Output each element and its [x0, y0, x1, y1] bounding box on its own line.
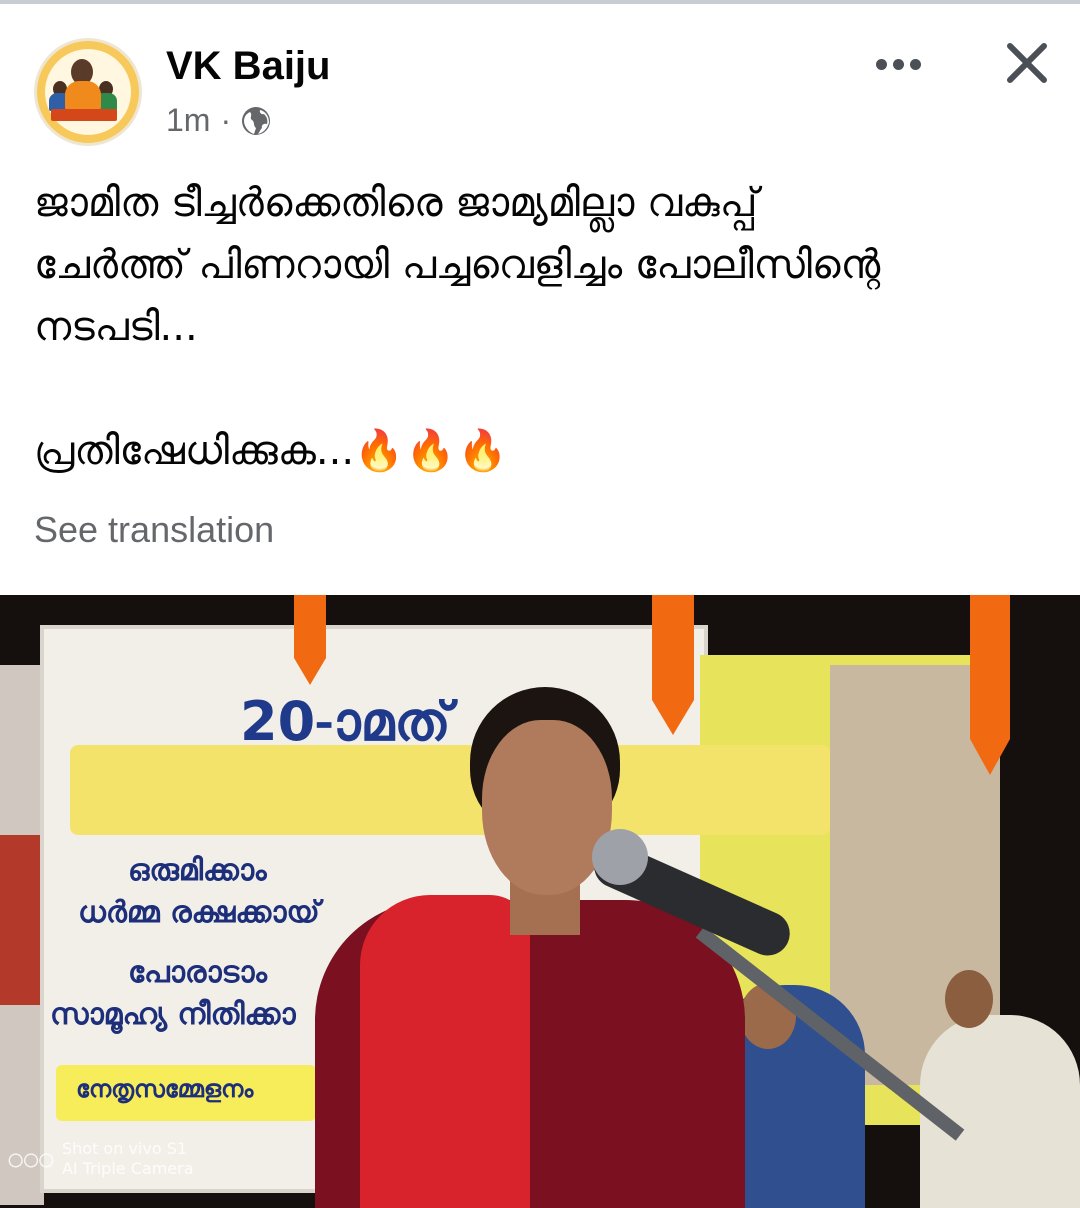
speaker-dupatta — [360, 895, 530, 1208]
banner-line-3: പോരാടാം — [128, 955, 267, 990]
watermark-line-1: Shot on vivo S1 — [61, 1139, 188, 1158]
post-meta: 1m · — [166, 102, 271, 139]
meta-separator: · — [220, 102, 232, 138]
banner-line-1: ഒരുമിക്കാം — [128, 853, 267, 888]
banner-title-strip — [70, 745, 830, 835]
post-time[interactable]: 1m — [166, 102, 210, 139]
more-horizontal-icon — [875, 58, 887, 70]
background-person — [920, 1015, 1080, 1208]
banner-badge: നേതൃസമ്മേളനം — [76, 1075, 254, 1103]
banner-number: 20-ാമത് — [240, 690, 451, 753]
watermark-line-2: AI Triple Camera — [61, 1159, 194, 1178]
more-options-button[interactable] — [870, 44, 926, 84]
see-translation-link[interactable]: See translation — [34, 508, 274, 552]
background-person-head — [945, 970, 993, 1028]
saffron-flag — [970, 595, 1010, 775]
banner-line-2: ധർമ്മ രക്ഷക്കായ് — [78, 895, 320, 930]
post-header: VK Baiju 1m · — [0, 30, 1080, 150]
camera-watermark: ○○○ Shot on vivo S1 AI Triple Camera — [6, 1139, 194, 1179]
speaker-face — [482, 720, 612, 895]
post-text: ജാമിത ടീച്ചർക്കെതിരെ ജാമ്യമില്ലാ വകുപ്പ്… — [34, 172, 1044, 482]
post-photo[interactable]: 20-ാമത് ഒരുമിക്കാം ധർമ്മ രക്ഷക്കായ് പോരാ… — [0, 595, 1080, 1208]
banner-red-panel — [0, 835, 40, 1005]
close-icon[interactable] — [1000, 36, 1054, 90]
author-name[interactable]: VK Baiju — [166, 40, 330, 92]
microphone-head — [592, 829, 648, 885]
top-divider — [0, 0, 1080, 4]
camera-icon: ○○○ — [6, 1140, 56, 1177]
avatar[interactable] — [34, 38, 142, 146]
fire-emoji: 🔥🔥🔥 — [354, 428, 510, 474]
banner-line-4: സാമൂഹ്യ നീതിക്കാ — [50, 997, 296, 1032]
globe-icon[interactable] — [241, 106, 271, 136]
